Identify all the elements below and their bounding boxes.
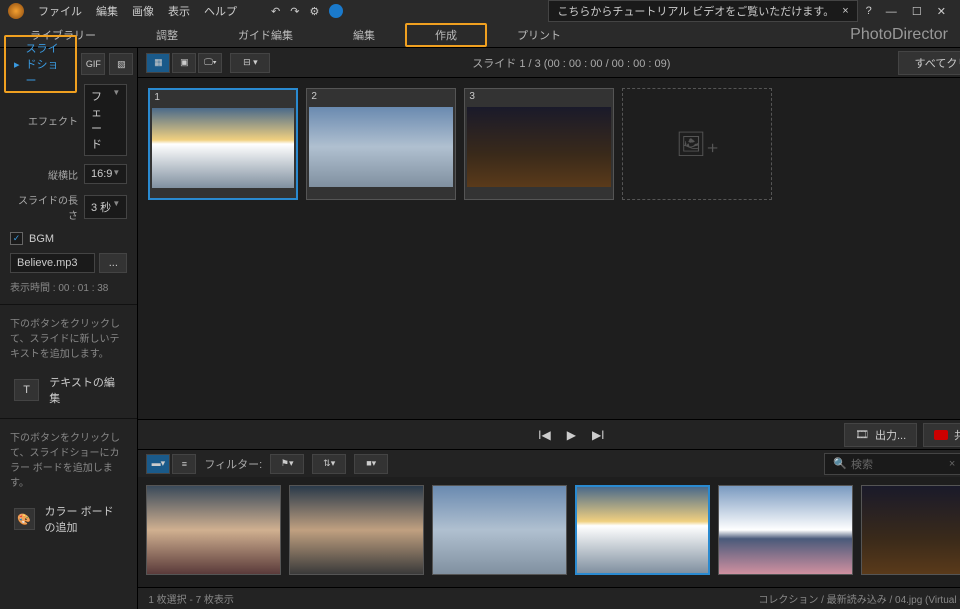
effect-select[interactable]: フェード <box>84 84 127 156</box>
tutorial-banner[interactable]: こちらからチュートリアル ビデオをご覧いただけます。 × <box>548 0 857 22</box>
search-input[interactable]: 🔍 検索 × <box>824 453 960 475</box>
slide-thumb[interactable]: 2 <box>306 88 456 200</box>
add-colorboard-button[interactable]: 🎨 カラー ボードの追加 <box>0 497 137 541</box>
bgm-filename[interactable]: Believe.mp3 <box>10 253 95 273</box>
bgm-checkbox[interactable]: ✓ <box>10 232 23 245</box>
menu-edit[interactable]: 編集 <box>96 3 118 19</box>
text-icon: T <box>14 379 39 401</box>
tab-edit[interactable]: 編集 <box>323 23 405 47</box>
menu-view[interactable]: 表示 <box>168 3 190 19</box>
palette-icon: 🎨 <box>14 508 35 530</box>
bgm-browse-button[interactable]: ... <box>99 253 127 273</box>
film-icon: 🎞 <box>855 428 869 441</box>
edit-text-button[interactable]: T テキストの編集 <box>0 368 137 412</box>
menu-help[interactable]: ヘルプ <box>204 3 237 19</box>
rating-filter-button[interactable]: ⇅▾ <box>312 454 346 474</box>
share-button[interactable]: 共有... <box>923 423 960 447</box>
zoom-button[interactable]: ⊟ ▾ <box>230 53 270 73</box>
youtube-icon <box>934 430 948 440</box>
label-filter-button[interactable]: ■▾ <box>354 454 388 474</box>
thumb-large-button[interactable]: ▬▾ <box>146 454 170 474</box>
film-thumb[interactable] <box>575 485 710 575</box>
slide-number: 2 <box>311 91 317 102</box>
slide-counter: スライド 1 / 3 (00 : 00 : 00 / 00 : 00 : 09) <box>472 55 670 71</box>
film-thumb[interactable] <box>861 485 960 575</box>
tab-print[interactable]: プリント <box>487 23 591 47</box>
add-colorboard-label: カラー ボードの追加 <box>45 503 124 535</box>
clear-all-button[interactable]: すべてクリア <box>898 51 960 75</box>
filter-label: フィルター: <box>204 456 262 472</box>
status-selection: 1 枚選択 - 7 枚表示 <box>148 591 234 606</box>
slide-thumb[interactable]: 1 <box>148 88 298 200</box>
close-icon[interactable]: ✕ <box>931 6 952 18</box>
slide-number: 1 <box>154 92 160 103</box>
tutorial-text: こちらからチュートリアル ビデオをご覧いただけます。 <box>557 3 834 19</box>
slide-number: 3 <box>469 91 475 102</box>
maximize-icon[interactable]: ☐ <box>906 6 928 18</box>
slide-image <box>467 107 611 187</box>
redo-icon[interactable]: ↷ <box>290 5 299 18</box>
help-icon[interactable]: ? <box>866 5 872 17</box>
text-help: 下のボタンをクリックして、スライドに新しいテキストを追加します。 <box>0 311 137 368</box>
film-thumb[interactable] <box>718 485 853 575</box>
motion-button[interactable]: ▧ <box>109 53 133 75</box>
app-logo-icon <box>8 3 24 19</box>
clear-search-icon[interactable]: × <box>949 458 955 470</box>
minimize-icon[interactable]: — <box>880 6 903 18</box>
prev-button[interactable]: I◀ <box>538 428 551 442</box>
status-path: コレクション / 最新読み込み / 04.jpg (Virtual Copy 1… <box>758 591 960 606</box>
length-select[interactable]: 3 秒 <box>84 195 127 219</box>
output-button[interactable]: 🎞 出力... <box>844 423 917 447</box>
flag-filter-button[interactable]: ⚑▾ <box>270 454 304 474</box>
thumb-list-button[interactable]: ≡ <box>172 454 196 474</box>
tab-guided[interactable]: ガイド編集 <box>208 23 323 47</box>
bgm-label: BGM <box>29 233 54 245</box>
effect-label: エフェクト <box>10 113 78 128</box>
add-slide-placeholder[interactable]: 🖼₊ <box>622 88 772 200</box>
slide-image <box>152 108 294 188</box>
gear-icon[interactable]: ⚙ <box>309 5 319 18</box>
film-thumb[interactable] <box>289 485 424 575</box>
menu-image[interactable]: 画像 <box>132 3 154 19</box>
play-button[interactable]: ▶ <box>567 428 576 442</box>
view-screen-button[interactable]: 🖵▾ <box>198 53 222 73</box>
undo-icon[interactable]: ↶ <box>271 5 280 18</box>
search-icon: 🔍 <box>833 457 847 470</box>
next-button[interactable]: ▶I <box>592 428 605 442</box>
length-label: スライドの長さ <box>10 192 78 222</box>
ratio-label: 縦横比 <box>10 167 78 182</box>
gif-button[interactable]: GIF <box>81 53 105 75</box>
film-thumb[interactable] <box>146 485 281 575</box>
tab-create[interactable]: 作成 <box>405 23 487 47</box>
ratio-select[interactable]: 16:9 <box>84 164 127 184</box>
play-icon: ▸ <box>14 58 20 71</box>
slide-image <box>309 107 453 187</box>
tutorial-close-icon[interactable]: × <box>842 5 848 17</box>
menu-file[interactable]: ファイル <box>38 3 82 19</box>
film-thumb[interactable] <box>432 485 567 575</box>
slide-thumb[interactable]: 3 <box>464 88 614 200</box>
edit-text-label: テキストの編集 <box>49 374 123 406</box>
duration-label: 表示時間 : 00 : 01 : 38 <box>0 275 137 298</box>
view-grid-button[interactable]: ▦ <box>146 53 170 73</box>
image-placeholder-icon: 🖼₊ <box>676 130 719 159</box>
notification-icon[interactable] <box>329 4 343 18</box>
color-help: 下のボタンをクリックして、スライドショーにカラー ボードを追加します。 <box>0 425 137 497</box>
brand-label: PhotoDirector <box>850 26 960 44</box>
view-single-button[interactable]: ▣ <box>172 53 196 73</box>
tab-adjust[interactable]: 調整 <box>126 23 208 47</box>
